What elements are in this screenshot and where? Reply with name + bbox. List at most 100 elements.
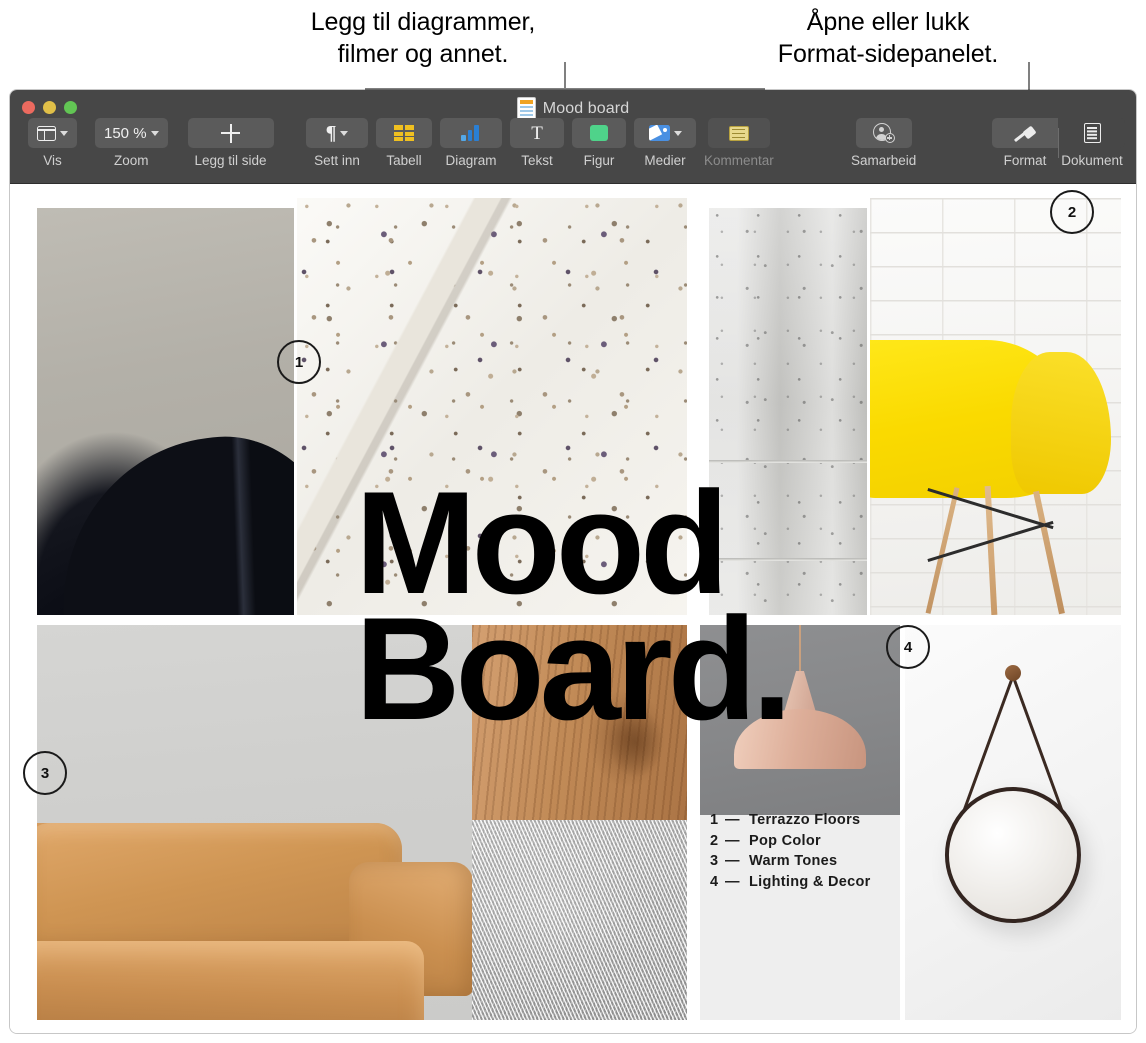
toolbar-left-group: Vis 150 % Zoom Legg til side: [24, 118, 278, 168]
toolbar-insert-group: ¶ Sett inn Tabell Diagram T Tekst Figur …: [302, 118, 778, 168]
comment-label: Kommentar: [704, 153, 774, 168]
legend-dash: —: [725, 873, 740, 890]
chart-button[interactable]: [440, 118, 502, 148]
chevron-down-icon: [340, 130, 349, 136]
zoom-value: 150 %: [104, 124, 147, 142]
toolbar-collaborate-group: Samarbeid: [847, 118, 920, 168]
mood-board-page: Mood Board. 1 — Terrazzo Floors 2 — Pop …: [23, 190, 1121, 1020]
legend-list: 1 — Terrazzo Floors 2 — Pop Color 3 — Wa…: [710, 810, 871, 892]
chevron-down-icon: [60, 130, 68, 136]
shape-label: Figur: [583, 153, 615, 168]
toolbar-item-media[interactable]: Medier: [634, 118, 696, 168]
yellow-chair-image[interactable]: [870, 198, 1121, 615]
badge-1: 1: [277, 340, 321, 384]
document-label: Dokument: [1061, 153, 1123, 168]
toolbar-item-insert[interactable]: ¶ Sett inn: [306, 118, 368, 168]
terrazzo-slab-image[interactable]: [297, 198, 687, 615]
pilcrow-icon: ¶: [325, 122, 337, 144]
toolbar-item-document[interactable]: Dokument: [1059, 118, 1125, 168]
format-button[interactable]: [992, 118, 1058, 148]
add-page-label: Legg til side: [194, 153, 267, 168]
legend-number: 1: [710, 812, 719, 828]
text-button[interactable]: T: [510, 118, 564, 148]
legend-dash: —: [725, 853, 740, 870]
toolbar-item-shape[interactable]: Figur: [572, 118, 626, 168]
toolbar-item-view[interactable]: Vis: [28, 118, 77, 168]
legend-item: 3 — Warm Tones: [710, 851, 871, 872]
format-label: Format: [1003, 153, 1047, 168]
toolbar-item-zoom[interactable]: 150 % Zoom: [95, 118, 168, 168]
view-panel-icon: [37, 125, 56, 141]
pages-document-icon: [516, 97, 536, 120]
legend-item: 4 — Lighting & Decor: [710, 872, 871, 893]
zoom-button[interactable]: 150 %: [95, 118, 168, 148]
legend-label: Terrazzo Floors: [749, 812, 861, 828]
legend-number: 4: [710, 873, 719, 890]
sidebar-toggle-segmented: Format Dokument: [992, 118, 1125, 168]
bar-chart-icon: [461, 125, 481, 141]
view-label: Vis: [43, 153, 62, 168]
legend-label: Pop Color: [749, 832, 821, 849]
table-button[interactable]: [376, 118, 432, 148]
toolbar-right-group: Format Dokument: [992, 118, 1125, 168]
plus-icon: [221, 123, 241, 143]
window-title: Mood board: [542, 99, 630, 117]
document-canvas[interactable]: Mood Board. 1 — Terrazzo Floors 2 — Pop …: [10, 184, 1136, 1033]
toolbar-item-format[interactable]: Format: [992, 118, 1058, 168]
tan-sofa-image[interactable]: [37, 625, 482, 1020]
toolbar: Mood board Vis 150 % Zoom Legg til side …: [10, 90, 1136, 184]
insert-button[interactable]: ¶: [306, 118, 368, 148]
toolbar-item-chart[interactable]: Diagram: [440, 118, 502, 168]
legend-label: Warm Tones: [749, 853, 838, 870]
toolbar-item-table[interactable]: Tabell: [376, 118, 432, 168]
toolbar-item-comment[interactable]: Kommentar: [704, 118, 774, 168]
add-page-button[interactable]: [187, 118, 274, 148]
zoom-label: Zoom: [114, 153, 149, 168]
pendant-lamp-image[interactable]: [700, 625, 900, 815]
concrete-wall-image[interactable]: [709, 208, 867, 615]
shape-square-icon: [590, 125, 608, 141]
document-button[interactable]: [1059, 118, 1125, 148]
toolbar-item-text[interactable]: T Tekst: [510, 118, 564, 168]
chart-label: Diagram: [445, 153, 497, 168]
wood-grain-image[interactable]: [472, 625, 687, 820]
grey-fur-image[interactable]: [472, 820, 687, 1020]
format-callout-label: Åpne eller lukk Format-sidepanelet.: [777, 8, 999, 68]
badge-3: 3: [23, 751, 67, 795]
comment-button[interactable]: [707, 118, 770, 148]
insert-callout-leader-stem: [564, 62, 566, 90]
media-photo-icon: [648, 125, 670, 141]
badge-2: 2: [1050, 190, 1094, 234]
insert-label: Sett inn: [314, 153, 360, 168]
dark-leather-chair-image[interactable]: [37, 208, 294, 615]
text-t-icon: T: [531, 122, 543, 144]
comment-note-icon: [728, 125, 749, 141]
toolbar-item-add-page[interactable]: Legg til side: [187, 118, 274, 168]
add-person-icon: [872, 123, 895, 143]
document-lines-icon: [1083, 123, 1101, 143]
round-mirror-image[interactable]: [905, 625, 1121, 1020]
media-button[interactable]: [634, 118, 696, 148]
collaborate-button[interactable]: [855, 118, 912, 148]
window-title-group: Mood board: [10, 97, 1136, 120]
legend-number: 2: [710, 832, 719, 849]
toolbar-items: Vis 150 % Zoom Legg til side ¶ Sett inn …: [10, 118, 1136, 180]
legend-item: 2 — Pop Color: [710, 831, 871, 852]
paintbrush-icon: [1013, 123, 1037, 143]
media-label: Medier: [644, 153, 686, 168]
pages-app-window: Mood board Vis 150 % Zoom Legg til side …: [10, 90, 1136, 1033]
legend-dash: —: [725, 812, 740, 828]
text-label: Tekst: [521, 153, 553, 168]
table-icon: [394, 125, 414, 141]
legend-dash: —: [725, 832, 740, 849]
legend-number: 3: [710, 853, 719, 870]
collaborate-label: Samarbeid: [851, 153, 917, 168]
shape-button[interactable]: [572, 118, 626, 148]
legend-label: Lighting & Decor: [749, 873, 871, 890]
toolbar-item-collaborate[interactable]: Samarbeid: [851, 118, 916, 168]
chevron-down-icon: [673, 130, 682, 136]
view-button[interactable]: [28, 118, 77, 148]
legend-item: 1 — Terrazzo Floors: [710, 810, 871, 831]
table-label: Tabell: [386, 153, 422, 168]
insert-callout-label: Legg til diagrammer, filmer og annet.: [310, 8, 536, 68]
